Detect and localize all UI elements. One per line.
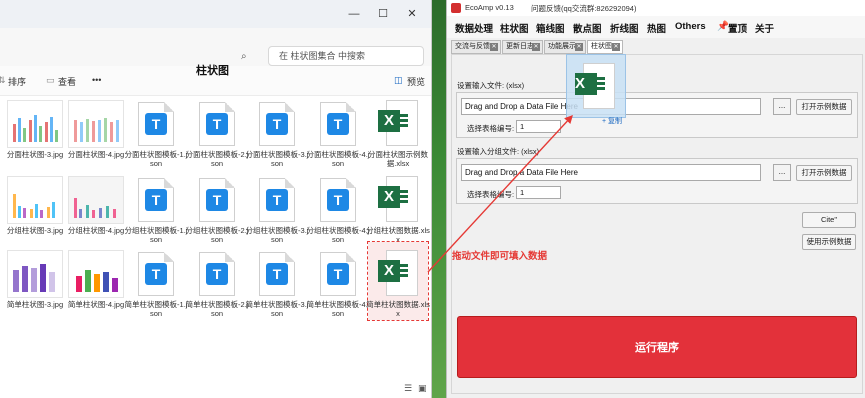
drag-instruction-annotation: 拖动文件即可填入数据	[452, 251, 548, 262]
drag-arrow	[427, 114, 573, 273]
